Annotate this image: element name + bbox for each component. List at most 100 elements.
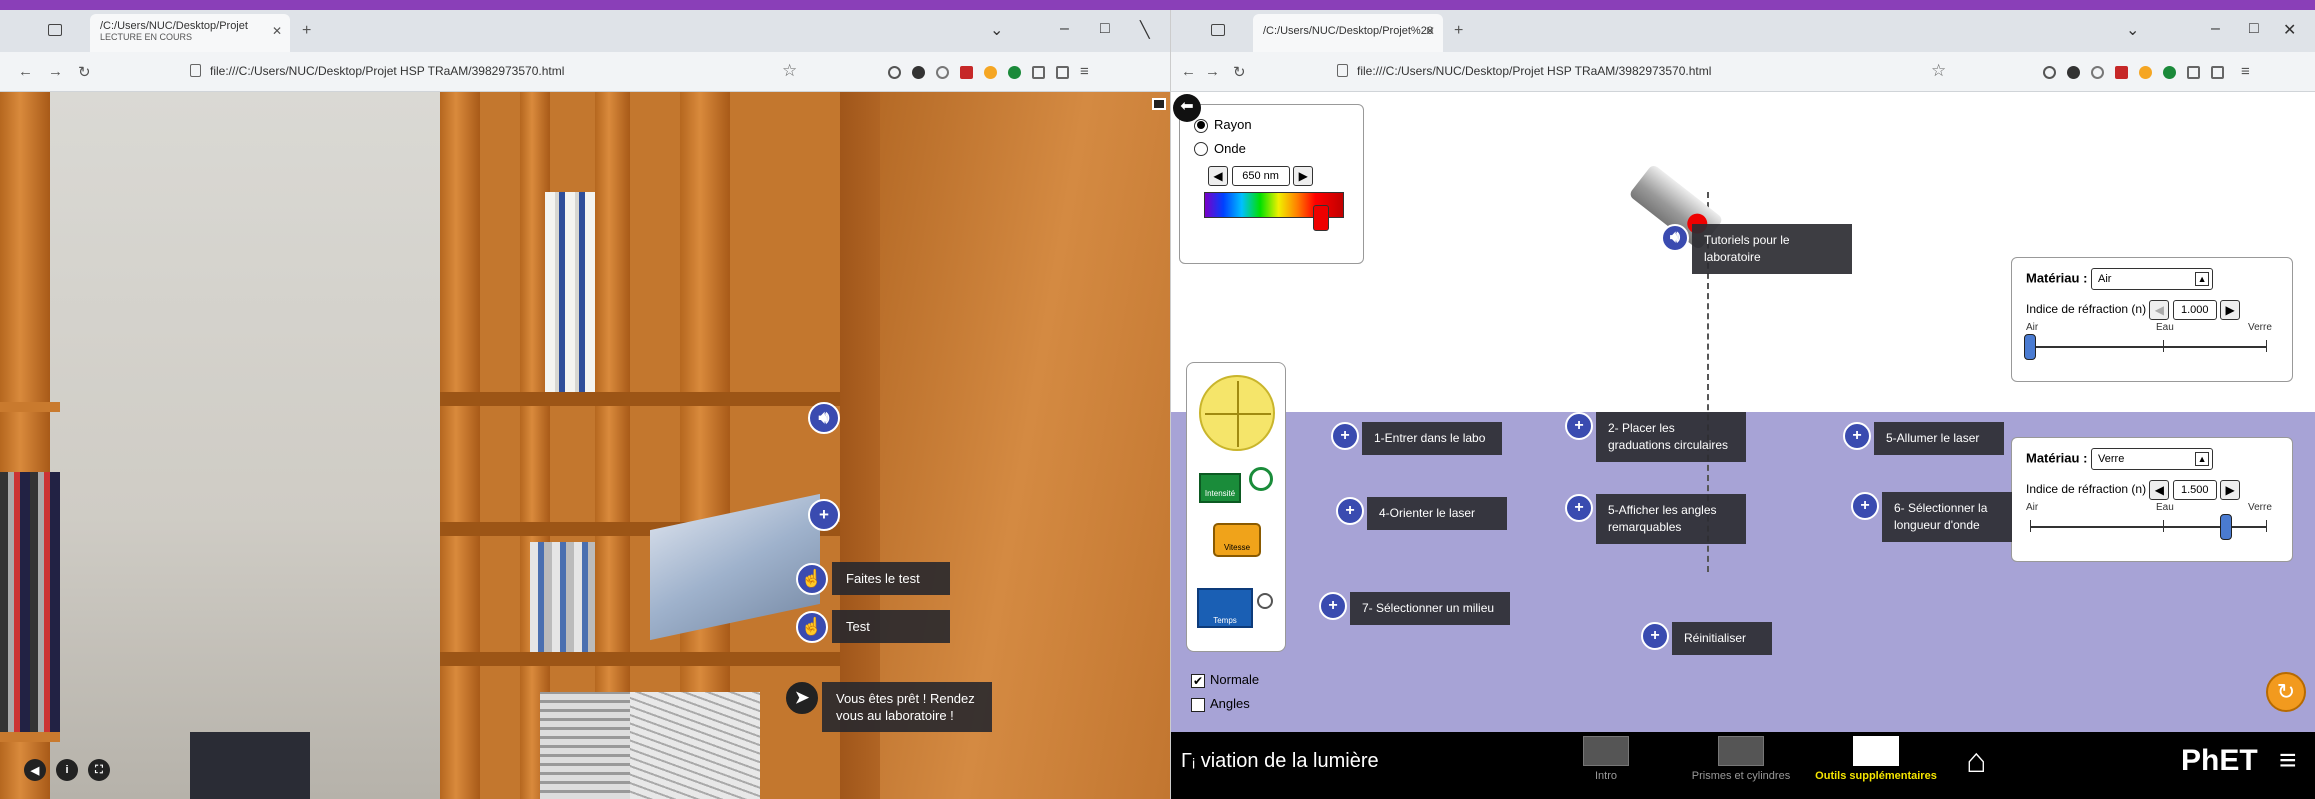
index-thumb[interactable] — [2024, 334, 2036, 360]
menu-icon[interactable]: ≡ — [1080, 63, 1089, 80]
hotspot-5[interactable]: + 5-Afficher les angles remarquables — [1565, 494, 1746, 544]
audio-hotspot[interactable]: 🔊︎ — [808, 402, 840, 434]
chevron-down-icon[interactable]: ⌄ — [2126, 20, 2139, 40]
tab-manager-icon[interactable] — [1211, 24, 1225, 36]
maximize-icon[interactable]: □ — [2249, 20, 2259, 38]
info-button[interactable]: i — [56, 759, 78, 781]
pdf-icon[interactable] — [2115, 66, 2128, 79]
index-slider[interactable]: Air Eau Verre — [2026, 500, 2278, 540]
reload-icon[interactable]: ↻ — [78, 63, 91, 81]
back-icon[interactable]: ← — [1181, 63, 1196, 80]
addon-green-icon[interactable] — [2163, 66, 2176, 79]
close-tab-icon[interactable]: ✕ — [272, 24, 282, 38]
forward-icon[interactable]: → — [48, 63, 63, 80]
tab-manager-icon[interactable] — [48, 24, 62, 36]
wavelength-increase-button[interactable]: ▶ — [1293, 166, 1314, 187]
tab-strip: /C:/Users/NUC/Desktop/Projet%20 ✕ + ⌄ – … — [1171, 10, 2315, 52]
phet-logo[interactable]: PhET — [2181, 744, 2258, 778]
new-tab-icon[interactable]: + — [302, 22, 311, 40]
bookmark-star-icon[interactable]: ☆ — [1931, 61, 1946, 81]
protractor-tool[interactable] — [1199, 375, 1275, 451]
address-bar[interactable]: file:///C:/Users/NUC/Desktop/Projet HSP … — [210, 64, 564, 78]
pocket-icon[interactable] — [2043, 66, 2056, 79]
hotspot-test[interactable]: ☝ Test — [796, 610, 950, 643]
wavelength-thumb[interactable] — [1313, 205, 1329, 232]
fullscreen-button[interactable]: ⛶ — [88, 759, 110, 781]
hotspot-1[interactable]: + 1-Entrer dans le labo — [1331, 422, 1502, 455]
tab-prismes[interactable]: Prismes et cylindres — [1676, 736, 1806, 782]
wavelength-decrease-button[interactable]: ◀ — [1208, 166, 1228, 187]
reload-icon[interactable]: ↻ — [1233, 63, 1246, 81]
browser-tab[interactable]: /C:/Users/NUC/Desktop/Projet%20 ✕ — [1253, 14, 1443, 52]
extension-icon[interactable] — [2091, 66, 2104, 79]
addon-icon[interactable] — [984, 66, 997, 79]
tab-intro[interactable]: Intro — [1571, 736, 1641, 782]
maximize-icon[interactable]: □ — [1100, 20, 1110, 38]
speaker-icon: 🔊︎ — [1661, 224, 1689, 252]
home-icon[interactable]: ⌂ — [1966, 742, 1987, 781]
share-icon[interactable] — [1056, 66, 1069, 79]
tab-title: /C:/Users/NUC/Desktop/Projet — [100, 20, 248, 32]
bookmark-star-icon[interactable]: ☆ — [782, 61, 797, 81]
hotspot-6[interactable]: + 6- Sélectionner la longueur d'onde — [1851, 492, 2012, 542]
phet-simulation[interactable]: Rayon Onde ◀ 650 nm ▶ ⬅ Matériau : Air ▲ … — [1171, 92, 2315, 799]
minimize-icon[interactable]: – — [1060, 20, 1069, 38]
pdf-icon[interactable] — [960, 66, 973, 79]
reader-icon[interactable] — [2187, 66, 2200, 79]
index-decrease-button[interactable]: ◀ — [2149, 480, 2170, 500]
browser-tab[interactable]: /C:/Users/NUC/Desktop/Projet LECTURE EN … — [90, 14, 290, 52]
forward-icon[interactable]: → — [1205, 63, 1220, 80]
hotspot-8[interactable]: + Réinitialiser — [1641, 622, 1772, 655]
hotspot-faites-le-test[interactable]: ☝ Faites le test — [796, 562, 950, 595]
medium-panel-bottom: Matériau : Verre ▲ Indice de réfraction (… — [2011, 437, 2293, 562]
reader-icon[interactable] — [1032, 66, 1045, 79]
time-plot-tool[interactable]: Temps — [1197, 588, 1253, 628]
normal-checkbox[interactable]: ✔ Normale — [1191, 672, 1259, 688]
shelf-board — [440, 652, 840, 666]
close-window-icon[interactable]: ✕ — [2283, 20, 2296, 40]
hotspot-tutoriels[interactable]: 🔊︎ Tutoriels pour le laboratoire — [1661, 224, 1852, 274]
angles-checkbox[interactable]: Angles — [1191, 696, 1250, 712]
privacy-icon[interactable] — [912, 66, 925, 79]
pocket-icon[interactable] — [888, 66, 901, 79]
new-tab-icon[interactable]: + — [1454, 22, 1463, 40]
address-bar[interactable]: file:///C:/Users/NUC/Desktop/Projet HSP … — [1357, 64, 1711, 78]
hotspot-4[interactable]: + 4-Orienter le laser — [1336, 497, 1507, 530]
wavelength-slider[interactable] — [1204, 192, 1344, 232]
audio-toggle-button[interactable]: ◀ — [24, 759, 46, 781]
info-hotspot[interactable]: + — [808, 499, 840, 531]
hotspot-2[interactable]: + 2- Placer les graduations circulaires — [1565, 412, 1746, 462]
index-increase-button[interactable]: ▶ — [2220, 300, 2241, 320]
chevron-down-icon[interactable]: ⌄ — [990, 20, 1003, 40]
panorama-viewer[interactable]: 🔊︎ + ☝ Faites le test ☝ Test ➤ Vous êtes… — [0, 92, 1170, 799]
intensity-meter-tool[interactable]: Intensité — [1199, 473, 1241, 503]
menu-icon[interactable]: ≡ — [2241, 63, 2250, 80]
hotspot-7[interactable]: + 7- Sélectionner un milieu — [1319, 592, 1510, 625]
close-tab-icon[interactable]: ✕ — [1425, 24, 1435, 38]
index-increase-button[interactable]: ▶ — [2220, 480, 2241, 500]
tab-outils[interactable]: Outils supplémentaires — [1801, 736, 1951, 782]
index-slider[interactable]: Air Eau Verre — [2024, 320, 2278, 360]
minimize-icon[interactable]: – — [2211, 20, 2220, 38]
ray-option[interactable]: Rayon — [1194, 117, 1349, 133]
back-arrow-icon[interactable]: ⬅ — [1173, 94, 1201, 122]
material-dropdown[interactable]: Verre ▲ — [2091, 448, 2214, 470]
addon-icon[interactable] — [2139, 66, 2152, 79]
fullscreen-corner-icon[interactable] — [1152, 98, 1166, 110]
navigation-arrow-icon: ➤ — [786, 682, 818, 714]
back-icon[interactable]: ← — [18, 63, 33, 80]
close-window-icon[interactable]: ╲ — [1140, 20, 1150, 40]
index-thumb[interactable] — [2219, 514, 2232, 540]
privacy-icon[interactable] — [2067, 66, 2080, 79]
material-dropdown[interactable]: Air ▲ — [2091, 268, 2214, 290]
velocity-tool[interactable]: Vitesse — [1213, 523, 1261, 557]
share-icon[interactable] — [2211, 66, 2224, 79]
menu-icon[interactable]: ≡ — [2279, 744, 2297, 778]
hotspot-laboratoire[interactable]: ➤ Vous êtes prêt ! Rendez vous au labora… — [786, 682, 992, 732]
addon-green-icon[interactable] — [1008, 66, 1021, 79]
wave-option[interactable]: Onde — [1194, 141, 1349, 157]
reset-all-button[interactable]: ↻ — [2266, 672, 2306, 712]
index-decrease-button[interactable]: ◀ — [2149, 300, 2170, 320]
extension-icon[interactable] — [936, 66, 949, 79]
hotspot-3[interactable]: + 5-Allumer le laser — [1843, 422, 2004, 455]
